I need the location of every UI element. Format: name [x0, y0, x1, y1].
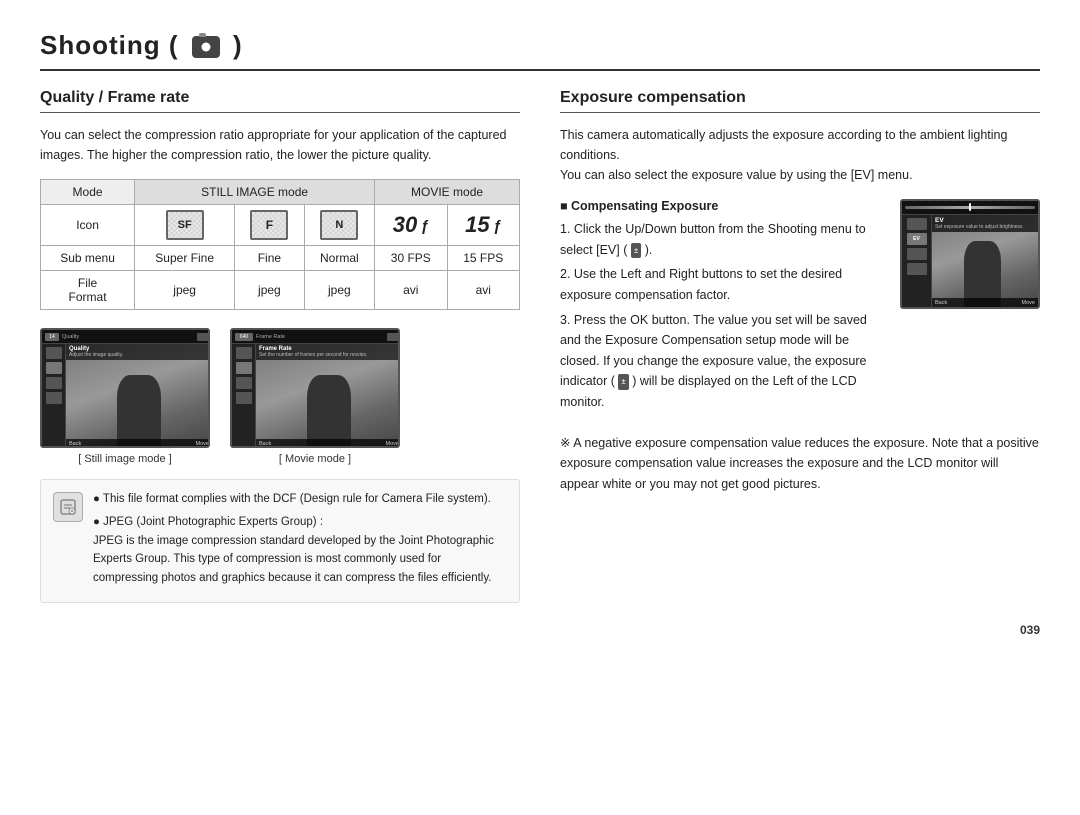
compensation-text: ■ Compensating Exposure 1. Click the Up/…	[560, 199, 886, 417]
table-row-format: FileFormat jpeg jpeg jpeg avi avi	[41, 271, 520, 310]
left-column: Quality / Frame rate You can select the …	[40, 89, 520, 603]
format-label: FileFormat	[41, 271, 135, 310]
still-mockup-frame: 14 Quality	[40, 328, 210, 448]
icon-cell-sf: SF	[135, 205, 235, 246]
table-header-movie: MOVIE mode	[375, 180, 520, 205]
format-n: jpeg	[304, 271, 374, 310]
warning-text: ※ A negative exposure compensation value…	[560, 433, 1040, 495]
submenu-normal: Normal	[304, 246, 374, 271]
screen-mockups: 14 Quality	[40, 328, 520, 465]
movie-mockup: 640 Frame Rate	[230, 328, 400, 465]
still-image-label: [ Still image mode ]	[78, 453, 172, 465]
still-image-mockup: 14 Quality	[40, 328, 210, 465]
submenu-fine: Fine	[235, 246, 304, 271]
note-bullet-2: ● JPEG (Joint Photographic Experts Group…	[93, 513, 507, 587]
ev-screen-mockup: EV EV S	[900, 199, 1040, 309]
step-1: 1. Click the Up/Down button from the Sho…	[560, 219, 886, 260]
quality-description: You can select the compression ratio app…	[40, 125, 520, 165]
ev-mockup-frame: EV EV S	[900, 199, 1040, 309]
compensating-label: ■ Compensating Exposure	[560, 199, 886, 213]
exposure-section-title: Exposure compensation	[560, 89, 1040, 113]
icon-cell-30fps: 30 ƒ	[375, 205, 447, 246]
quality-section-title: Quality / Frame rate	[40, 89, 520, 113]
icon-cell-f: F	[235, 205, 304, 246]
page-number: 039	[40, 623, 1040, 637]
compensating-section: ■ Compensating Exposure 1. Click the Up/…	[560, 199, 1040, 417]
exposure-desc-1: This camera automatically adjusts the ex…	[560, 125, 1040, 185]
warning-section: ※ A negative exposure compensation value…	[560, 433, 1040, 495]
format-f: jpeg	[235, 271, 304, 310]
format-30fps: avi	[375, 271, 447, 310]
icon-cell-n: N	[304, 205, 374, 246]
camera-icon	[192, 36, 220, 58]
title-text: Shooting (	[40, 30, 179, 60]
quality-table: Mode STILL IMAGE mode MOVIE mode Icon SF	[40, 179, 520, 310]
submenu-label: Sub menu	[41, 246, 135, 271]
movie-mockup-frame: 640 Frame Rate	[230, 328, 400, 448]
step-2: 2. Use the Left and Right buttons to set…	[560, 264, 886, 305]
format-sf: jpeg	[135, 271, 235, 310]
table-header-mode: Mode	[41, 180, 135, 205]
table-header-still: STILL IMAGE mode	[135, 180, 375, 205]
table-row-icon: Icon SF F	[41, 205, 520, 246]
warning-marker: ※	[560, 436, 573, 450]
submenu-superfine: Super Fine	[135, 246, 235, 271]
submenu-15fps: 15 FPS	[447, 246, 519, 271]
table-row-submenu: Sub menu Super Fine Fine Normal 30 FPS 1…	[41, 246, 520, 271]
note-text: ● This file format complies with the DCF…	[93, 490, 507, 592]
note-box: ● This file format complies with the DCF…	[40, 479, 520, 603]
page-header: Shooting ( )	[40, 30, 1040, 71]
note-bullet-1: ● This file format complies with the DCF…	[93, 490, 507, 508]
right-column: Exposure compensation This camera automa…	[560, 89, 1040, 603]
main-content: Quality / Frame rate You can select the …	[40, 89, 1040, 603]
submenu-30fps: 30 FPS	[375, 246, 447, 271]
page-title: Shooting ( )	[40, 30, 243, 61]
movie-label: [ Movie mode ]	[279, 453, 351, 465]
icon-cell-15fps: 15 ƒ	[447, 205, 519, 246]
note-icon	[53, 492, 83, 522]
step-3: 3. Press the OK button. The value you se…	[560, 310, 886, 413]
format-15fps: avi	[447, 271, 519, 310]
title-paren-close: )	[233, 30, 243, 60]
icon-row-label: Icon	[41, 205, 135, 246]
